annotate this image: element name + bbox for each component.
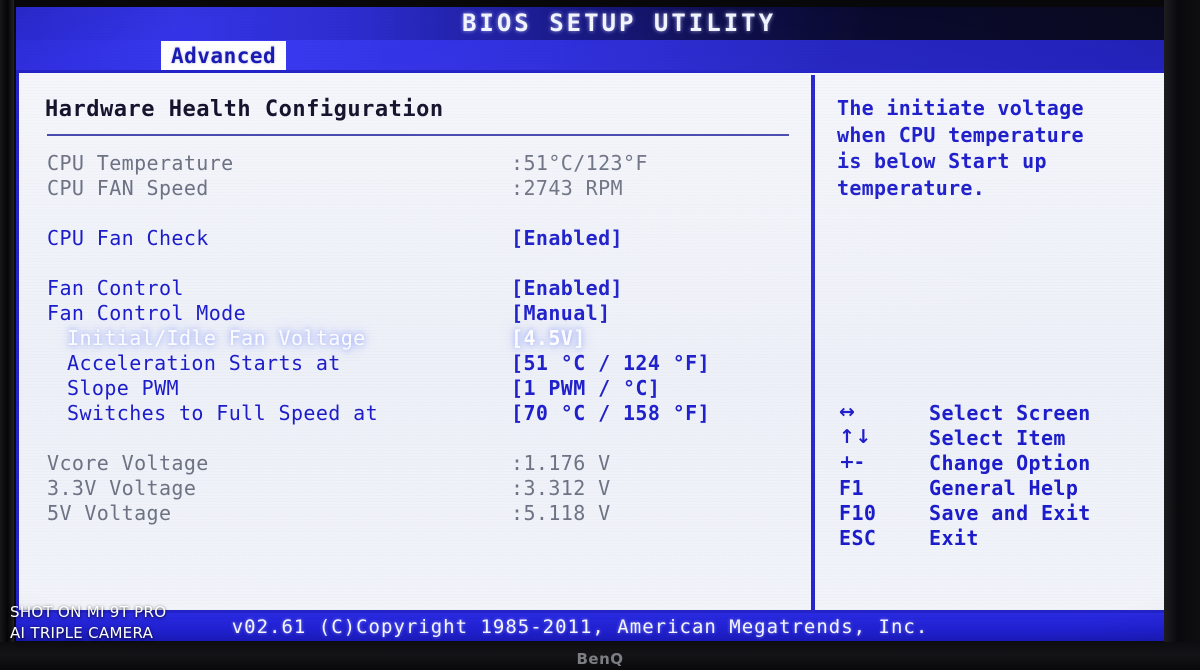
key-legend: ↔ Select Screen ↑↓ Select Item +- Change Opti… xyxy=(833,401,1169,551)
help-column: The initiate voltage when CPU temperature… xyxy=(815,73,1171,612)
settings-column: Hardware Health Configuration CPU Temper… xyxy=(19,73,809,612)
menu-tab-strip: Advanced xyxy=(16,40,1174,70)
key-legend-row: F10 Save and Exit xyxy=(833,501,1169,526)
monitor-row: 5V Voltage :5.118 V xyxy=(19,501,809,526)
tab-advanced[interactable]: Advanced xyxy=(161,41,287,70)
plus-minus-icon: +- xyxy=(839,451,864,473)
setting-value[interactable]: [Enabled] xyxy=(511,276,623,300)
monitor-value: :5.118 V xyxy=(511,501,611,525)
section-divider xyxy=(47,134,789,136)
setting-value[interactable]: [1 PWM / °C] xyxy=(511,376,660,400)
bezel-left xyxy=(0,0,14,670)
key-legend-row: ESC Exit xyxy=(833,526,1169,551)
setting-label: Fan Control Mode xyxy=(47,301,247,325)
esc-key: ESC xyxy=(839,526,877,550)
key-legend-row: ↔ Select Screen xyxy=(833,401,1169,426)
monitor-row: CPU FAN Speed :2743 RPM xyxy=(19,176,809,201)
watermark-line-2: AI TRIPLE CAMERA xyxy=(10,624,154,642)
setting-label: CPU Temperature xyxy=(47,151,234,175)
left-right-arrow-icon: ↔ xyxy=(839,401,856,423)
monitor-value: :51°C/123°F xyxy=(511,151,648,175)
monitor-brand-text: BenQ xyxy=(576,650,624,668)
setting-label: Acceleration Starts at xyxy=(67,351,341,375)
key-description: Select Screen xyxy=(929,401,1091,425)
monitor-value: :3.312 V xyxy=(511,476,611,500)
setting-label: 3.3V Voltage xyxy=(47,476,197,500)
row-spacer xyxy=(19,426,809,451)
setting-row[interactable]: Initial/Idle Fan Voltage [4.5V] xyxy=(19,326,809,351)
bios-screen: BIOS SETUP UTILITY Advanced Hardware Hea… xyxy=(8,6,1182,643)
help-line: temperature. xyxy=(837,175,986,200)
page-title: BIOS SETUP UTILITY xyxy=(461,9,777,37)
f1-key: F1 xyxy=(839,476,864,500)
setting-value[interactable]: [Enabled] xyxy=(511,226,623,250)
title-bar: BIOS SETUP UTILITY xyxy=(16,7,1174,40)
photo-of-monitor: BIOS SETUP UTILITY Advanced Hardware Hea… xyxy=(0,0,1200,670)
key-legend-row: +- Change Option xyxy=(833,451,1169,476)
setting-row[interactable]: Acceleration Starts at [51 °C / 124 °F] xyxy=(19,351,809,376)
setting-value[interactable]: [4.5V] xyxy=(511,326,586,350)
key-description: Change Option xyxy=(929,451,1091,475)
key-legend-row: ↑↓ Select Item xyxy=(833,426,1169,451)
setting-value[interactable]: [51 °C / 124 °F] xyxy=(511,351,710,375)
key-description: General Help xyxy=(929,476,1079,500)
setting-label: Initial/Idle Fan Voltage xyxy=(67,326,366,350)
row-spacer xyxy=(19,251,809,276)
key-description: Save and Exit xyxy=(929,501,1091,525)
setting-label: CPU Fan Check xyxy=(47,226,209,250)
monitor-row: CPU Temperature :51°C/123°F xyxy=(19,151,809,176)
setting-label: Switches to Full Speed at xyxy=(67,401,379,425)
setting-label: CPU FAN Speed xyxy=(47,176,209,200)
camera-watermark: SHOT ON MI 9T PRO AI TRIPLE CAMERA xyxy=(10,602,166,644)
monitor-row: Vcore Voltage :1.176 V xyxy=(19,451,809,476)
setting-value[interactable]: [70 °C / 158 °F] xyxy=(511,401,710,425)
monitor-value: :2743 RPM xyxy=(511,176,623,200)
monitor-value: :1.176 V xyxy=(511,451,611,475)
help-line: is below Start up xyxy=(837,149,1047,173)
setting-value[interactable]: [Manual] xyxy=(511,301,611,325)
bezel-top xyxy=(0,0,1200,7)
monitor-row: 3.3V Voltage :3.312 V xyxy=(19,476,809,501)
up-down-arrow-icon: ↑↓ xyxy=(839,426,872,448)
key-description: Exit xyxy=(929,526,979,550)
settings-list: CPU Temperature :51°C/123°F CPU FAN Speed:… xyxy=(19,151,809,526)
setting-label: Slope PWM xyxy=(67,376,179,400)
setting-row[interactable]: Fan Control [Enabled] xyxy=(19,276,809,301)
setting-row[interactable]: CPU Fan Check [Enabled] xyxy=(19,226,809,251)
footer-bar: v02.61 (C)Copyright 1985-2011, American … xyxy=(16,613,1174,641)
setting-row[interactable]: Switches to Full Speed at [70 °C / 158 °F… xyxy=(19,401,809,426)
watermark-line-1: SHOT ON MI 9T PRO xyxy=(10,603,167,621)
row-spacer xyxy=(19,201,809,226)
setting-label: Vcore Voltage xyxy=(47,451,209,475)
key-legend-row: F1 General Help xyxy=(833,476,1169,501)
setting-label: Fan Control xyxy=(47,276,184,300)
f10-key: F10 xyxy=(839,501,877,525)
copyright-text: v02.61 (C)Copyright 1985-2011, American … xyxy=(231,616,929,638)
section-title: Hardware Health Configuration xyxy=(45,97,444,122)
help-line: when CPU temperature xyxy=(837,122,1084,147)
help-text: The initiate voltage when CPU temperature… xyxy=(837,95,1167,201)
help-line: The initiate voltage xyxy=(837,96,1084,120)
bezel-right xyxy=(1164,0,1200,670)
setting-row[interactable]: Slope PWM [1 PWM / °C] xyxy=(19,376,809,401)
setting-row[interactable]: Fan Control Mode [Manual] xyxy=(19,301,809,326)
main-panel: Hardware Health Configuration CPU Temper… xyxy=(16,70,1174,613)
monitor-brand-logo: BenQ xyxy=(0,650,1200,668)
key-description: Select Item xyxy=(929,426,1066,450)
setting-label: 5V Voltage xyxy=(47,501,172,525)
